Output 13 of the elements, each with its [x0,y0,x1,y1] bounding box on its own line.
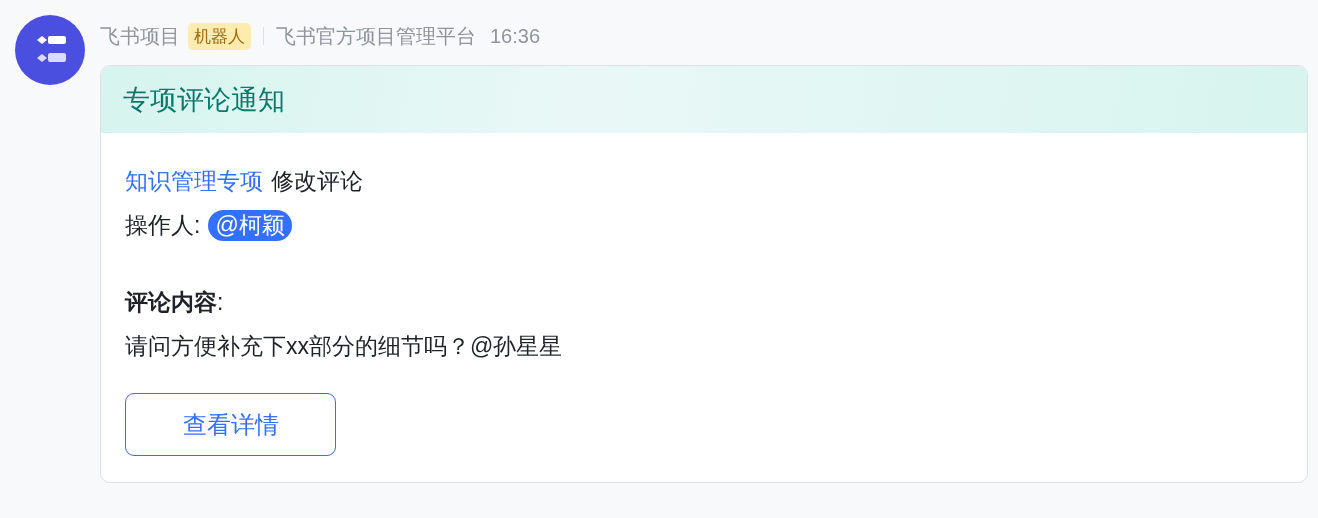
operator-label: 操作人: [125,210,201,240]
action-text: 修改评论 [271,166,363,196]
bot-badge: 机器人 [188,22,251,50]
operator-mention[interactable]: @柯颖 [208,209,292,241]
project-link[interactable]: 知识管理专项 [125,165,263,197]
view-details-button[interactable]: 查看详情 [125,393,336,456]
comment-label: 评论内容: [125,287,224,317]
comment-text: 请问方便补充下xx部分的细节吗？@孙星星 [125,331,563,361]
card-title: 专项评论通知 [123,83,285,117]
sender-description: 飞书官方项目管理平台 [276,23,476,49]
sender-name: 飞书项目 [100,23,180,49]
message-time: 16:36 [490,24,541,48]
app-avatar-icon [15,15,85,85]
